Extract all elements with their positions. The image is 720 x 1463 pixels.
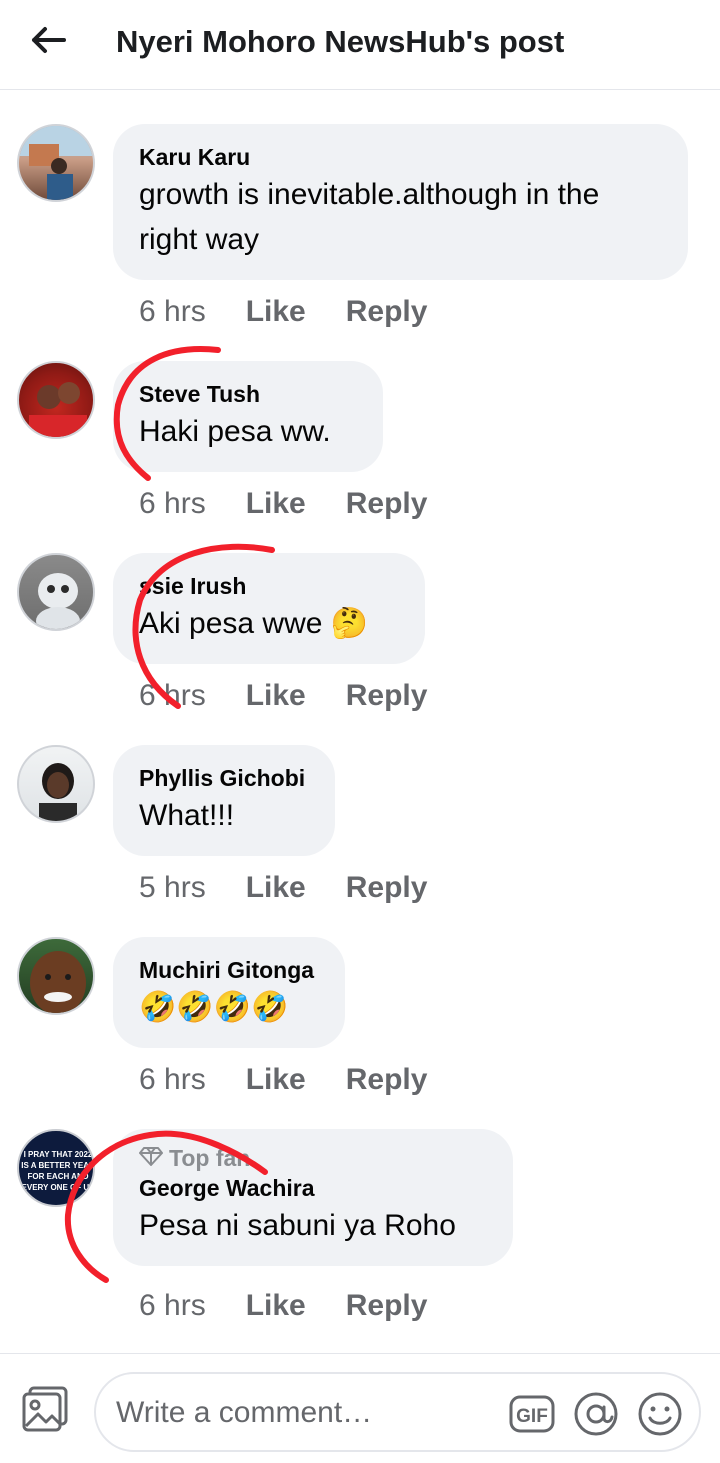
avatar-text-image: I PRAY THAT 2022 IS A BETTER YEAR FOR EA… bbox=[21, 1150, 95, 1192]
comment-actions: 6 hrs Like Reply bbox=[139, 295, 427, 329]
comment-author[interactable]: George Wachira bbox=[139, 1173, 487, 1203]
emoji-icon[interactable] bbox=[636, 1390, 684, 1438]
top-bar: Nyeri Mohoro NewsHub's post bbox=[0, 0, 720, 90]
back-arrow-icon[interactable] bbox=[26, 20, 70, 60]
comment-time[interactable]: 6 hrs bbox=[139, 1289, 206, 1323]
top-fan-badge: Top fan bbox=[139, 1143, 487, 1173]
comment-author[interactable]: Steve Tush bbox=[139, 379, 357, 409]
like-button[interactable]: Like bbox=[246, 1063, 306, 1097]
comment-actions: 6 hrs Like Reply bbox=[139, 487, 427, 521]
comment-author[interactable]: Karu Karu bbox=[139, 142, 662, 172]
laughing-emoji-row: 🤣🤣🤣🤣 bbox=[139, 990, 289, 1025]
comment-actions: 6 hrs Like Reply bbox=[139, 679, 427, 713]
svg-text:EVERY ONE OF US: EVERY ONE OF US bbox=[22, 1183, 95, 1192]
reply-button[interactable]: Reply bbox=[346, 1289, 428, 1323]
comment-input-box[interactable]: GIF bbox=[94, 1372, 701, 1452]
comment-bubble: Muchiri Gitonga 🤣🤣🤣🤣 bbox=[113, 937, 345, 1048]
page-title: Nyeri Mohoro NewsHub's post bbox=[116, 24, 565, 59]
comment-text: Aki pesa wwe 🤔 bbox=[139, 601, 399, 646]
comment-author[interactable]: ssie Irush bbox=[139, 571, 399, 601]
comment-author[interactable]: Muchiri Gitonga bbox=[139, 955, 319, 985]
svg-text:GIF: GIF bbox=[516, 1406, 548, 1427]
comment-actions: 6 hrs Like Reply bbox=[139, 1063, 427, 1097]
like-button[interactable]: Like bbox=[246, 1289, 306, 1323]
reply-button[interactable]: Reply bbox=[346, 679, 428, 713]
comment-text-content: Aki pesa wwe bbox=[139, 607, 323, 640]
like-button[interactable]: Like bbox=[246, 679, 306, 713]
reply-button[interactable]: Reply bbox=[346, 871, 428, 905]
gif-icon: GIF bbox=[509, 1395, 555, 1433]
comment-author[interactable]: Phyllis Gichobi bbox=[139, 763, 309, 793]
reply-button[interactable]: Reply bbox=[346, 295, 428, 329]
comment-actions: 6 hrs Like Reply bbox=[139, 1289, 427, 1323]
svg-text:FOR EACH AND: FOR EACH AND bbox=[27, 1172, 88, 1181]
avatar[interactable] bbox=[17, 124, 95, 202]
avatar[interactable] bbox=[17, 745, 95, 823]
thinking-face-icon: 🤔 bbox=[330, 606, 369, 641]
like-button[interactable]: Like bbox=[246, 295, 306, 329]
like-button[interactable]: Like bbox=[246, 487, 306, 521]
comment-input[interactable] bbox=[116, 1390, 496, 1436]
comment-bubble: ssie Irush Aki pesa wwe 🤔 bbox=[113, 553, 425, 664]
comment-bubble: Karu Karu growth is inevitable.although … bbox=[113, 124, 688, 280]
avatar[interactable] bbox=[17, 553, 95, 631]
comment-time[interactable]: 6 hrs bbox=[139, 487, 206, 521]
comment-time[interactable]: 6 hrs bbox=[139, 679, 206, 713]
like-button[interactable]: Like bbox=[246, 871, 306, 905]
comment-text: growth is inevitable.although in the rig… bbox=[139, 178, 600, 256]
comment-time[interactable]: 6 hrs bbox=[139, 1063, 206, 1097]
comment-bubble: Steve Tush Haki pesa ww. bbox=[113, 361, 383, 472]
comment-time[interactable]: 5 hrs bbox=[139, 871, 206, 905]
avatar[interactable] bbox=[17, 361, 95, 439]
svg-text:I PRAY THAT 2022: I PRAY THAT 2022 bbox=[24, 1150, 93, 1159]
mention-icon[interactable] bbox=[572, 1390, 620, 1438]
comment-composer: GIF bbox=[0, 1353, 720, 1463]
svg-text:IS A BETTER YEAR: IS A BETTER YEAR bbox=[21, 1161, 95, 1170]
comment-actions: 5 hrs Like Reply bbox=[139, 871, 427, 905]
comment-time[interactable]: 6 hrs bbox=[139, 295, 206, 329]
diamond-icon bbox=[139, 1143, 163, 1173]
photo-icon[interactable] bbox=[20, 1384, 72, 1436]
gif-button[interactable]: GIF bbox=[508, 1390, 556, 1438]
reply-button[interactable]: Reply bbox=[346, 1063, 428, 1097]
comment-text: What!!! bbox=[139, 799, 235, 832]
avatar[interactable] bbox=[17, 937, 95, 1015]
comment-bubble: Phyllis Gichobi What!!! bbox=[113, 745, 335, 856]
comment-bubble: Top fan George Wachira Pesa ni sabuni ya… bbox=[113, 1129, 513, 1266]
comment-text: Pesa ni sabuni ya Roho bbox=[139, 1209, 456, 1242]
comment-text: Haki pesa ww. bbox=[139, 415, 331, 448]
avatar[interactable]: I PRAY THAT 2022 IS A BETTER YEAR FOR EA… bbox=[17, 1129, 95, 1207]
reply-button[interactable]: Reply bbox=[346, 487, 428, 521]
